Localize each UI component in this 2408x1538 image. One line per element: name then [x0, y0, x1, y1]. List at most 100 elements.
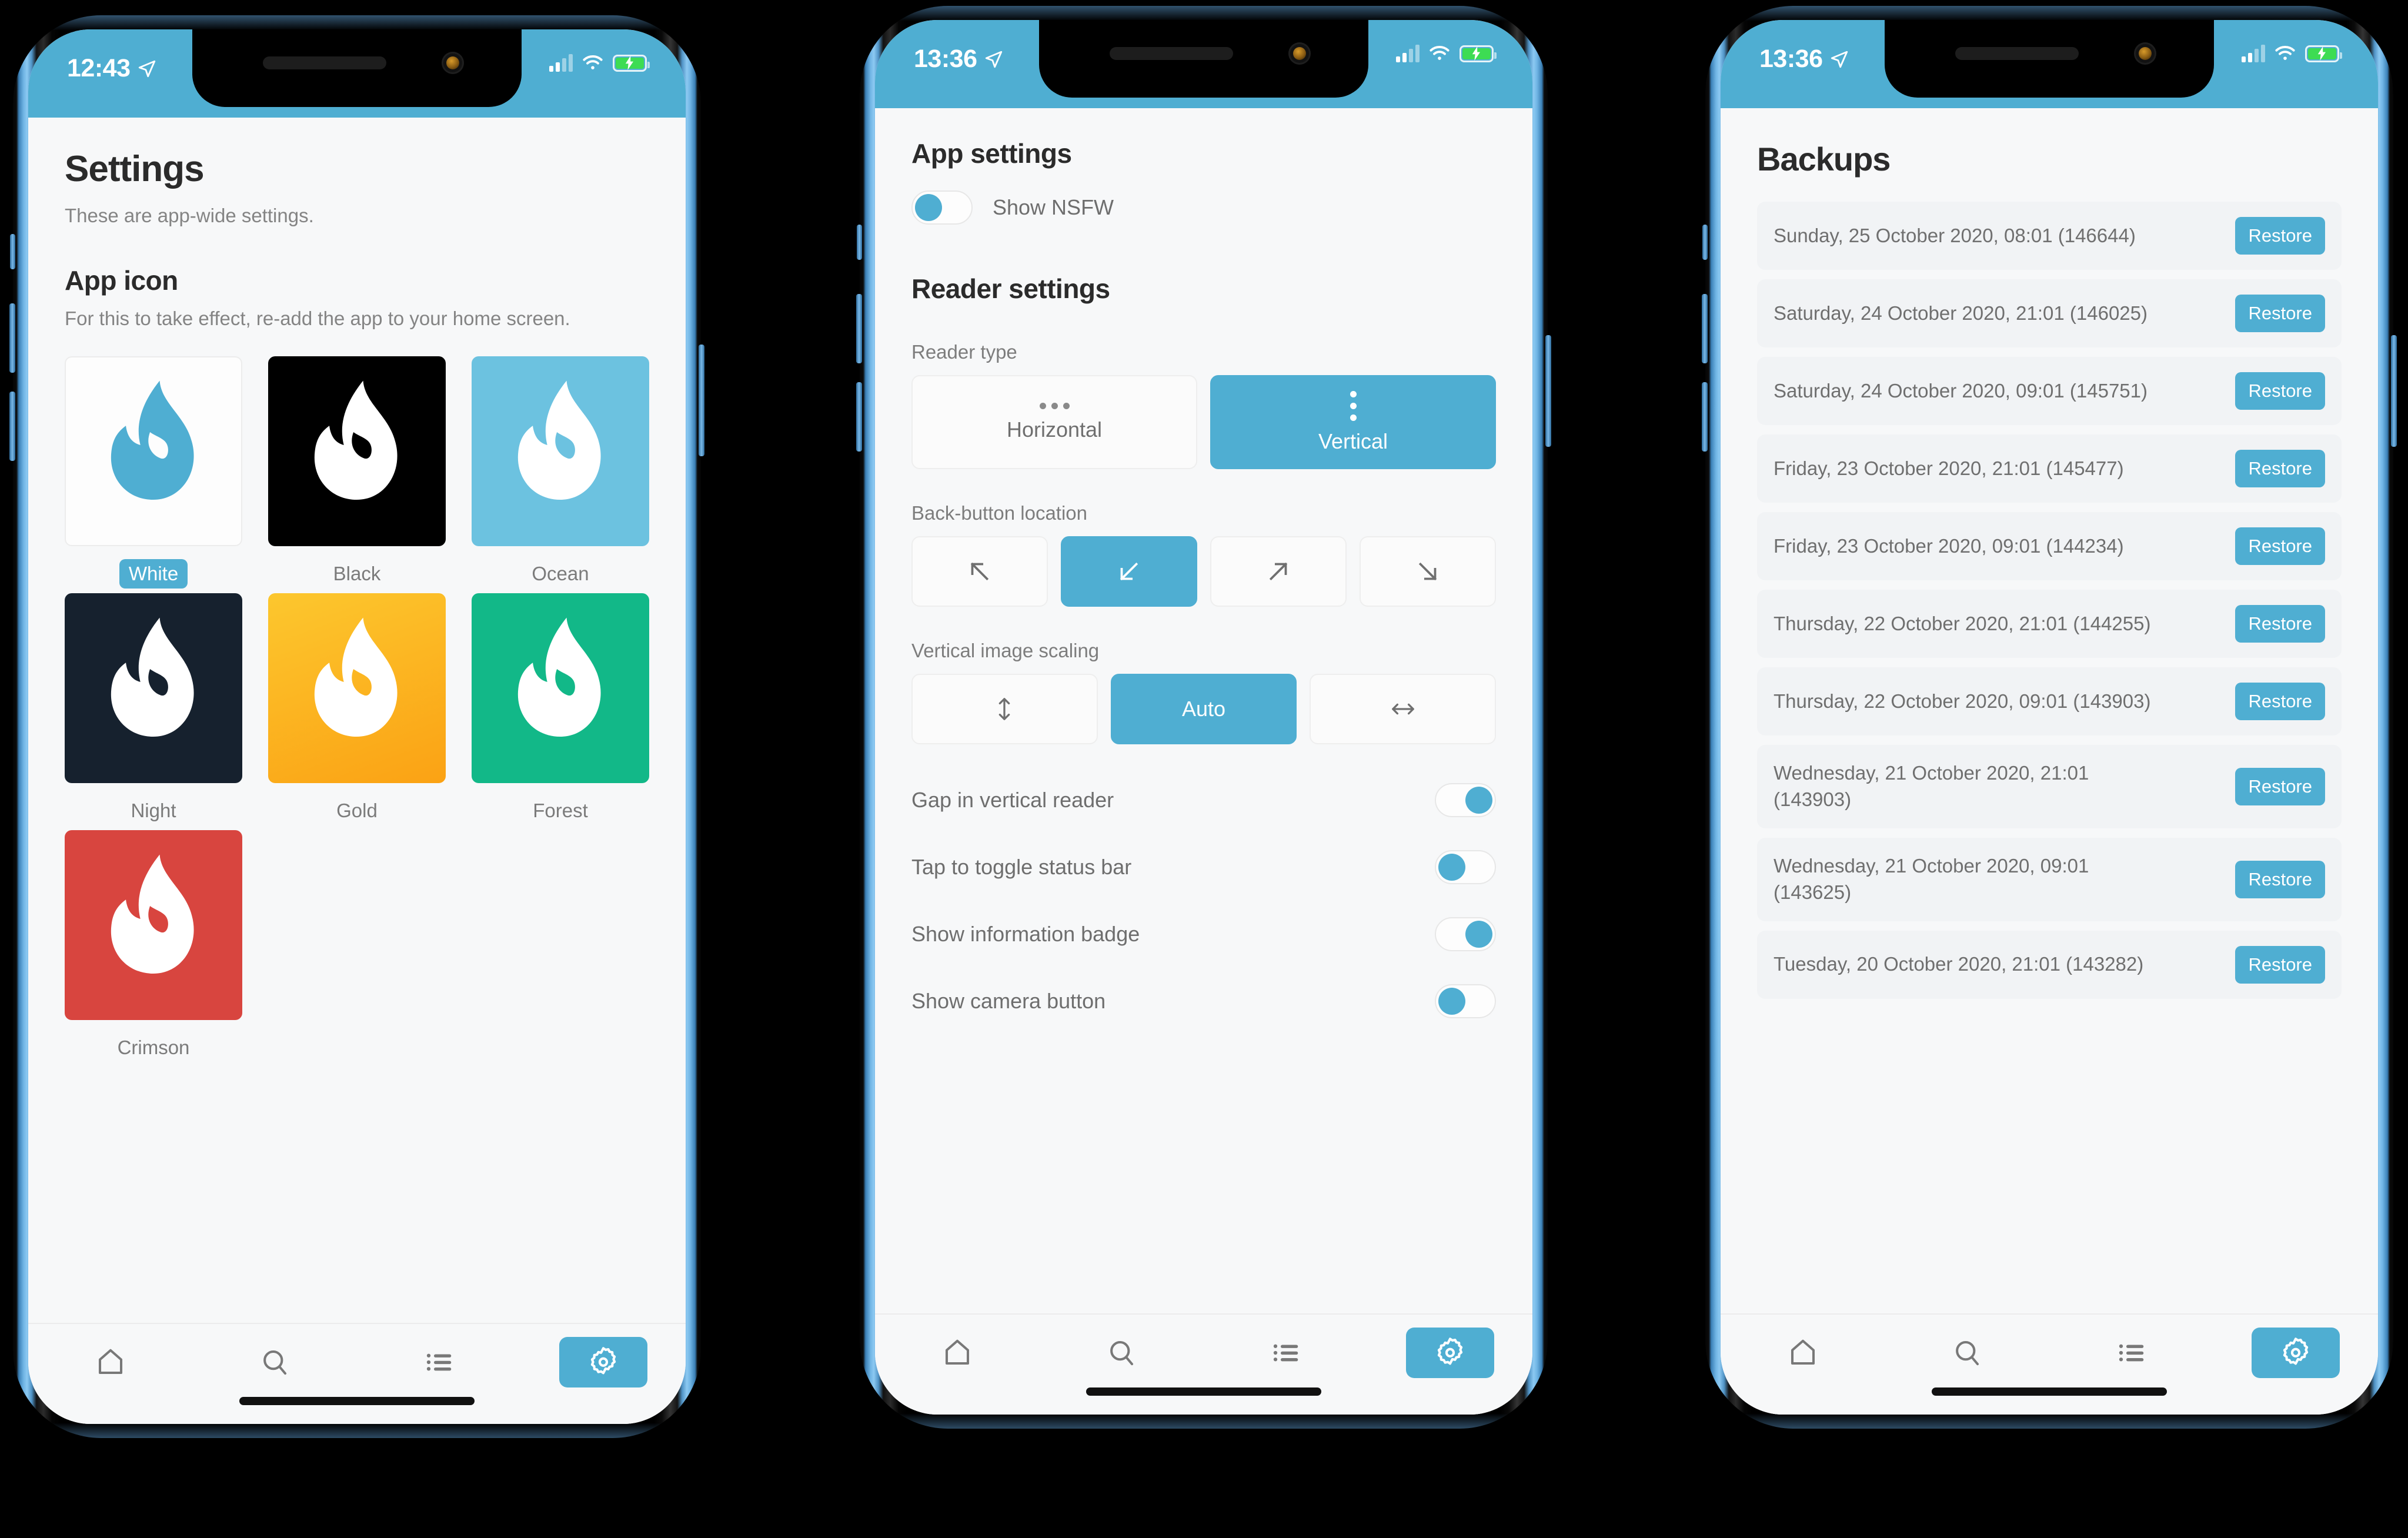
reader-type-vertical-label: Vertical	[1318, 429, 1388, 453]
gap-vertical-reader-label: Gap in vertical reader	[911, 788, 1114, 812]
settings-scroll[interactable]: Settings These are app-wide settings. Ap…	[28, 118, 686, 1323]
backup-row[interactable]: Saturday, 24 October 2020, 21:01 (146025…	[1757, 279, 2342, 347]
scaling-auto[interactable]: Auto	[1110, 674, 1297, 744]
app-icon-option[interactable]: Crimson	[65, 830, 242, 1062]
volume-up-button[interactable]	[9, 303, 15, 373]
restore-button[interactable]: Restore	[2235, 605, 2325, 643]
app-icon-tile[interactable]	[472, 593, 649, 784]
backup-date: Saturday, 24 October 2020, 09:01 (145751…	[1774, 379, 2148, 402]
wifi-icon	[2275, 46, 2295, 60]
backup-row[interactable]: Wednesday, 21 October 2020, 09:01 (14362…	[1757, 837, 2342, 921]
reader-type-horizontal[interactable]: Horizontal	[911, 375, 1197, 469]
tap-toggle-status-bar-toggle[interactable]	[1435, 850, 1496, 884]
restore-button[interactable]: Restore	[2235, 945, 2325, 984]
cellular-signal-icon	[1396, 45, 1420, 62]
power-button[interactable]	[1545, 335, 1551, 447]
tab-search[interactable]	[1077, 1328, 1165, 1378]
back-button-bottom-right[interactable]	[1360, 536, 1496, 607]
tab-home[interactable]	[1759, 1328, 1847, 1378]
restore-button[interactable]: Restore	[2235, 450, 2325, 487]
backup-row[interactable]: Sunday, 25 October 2020, 08:01 (146644) …	[1757, 202, 2342, 270]
reader-type-vertical[interactable]: Vertical	[1210, 375, 1496, 469]
app-icon-tile[interactable]	[268, 356, 446, 547]
app-icon-option[interactable]: White	[65, 356, 242, 589]
toggle-row-info-badge: Show information badge	[911, 917, 1496, 951]
volume-down-button[interactable]	[856, 382, 862, 452]
reader-type-group: Horizontal Vertical	[911, 375, 1496, 469]
phone-3-screen: 13:36 Backups Sunday, 25 October 2020, 0…	[1721, 20, 2378, 1415]
status-time: 13:36	[1759, 45, 1823, 73]
restore-button[interactable]: Restore	[2235, 860, 2325, 898]
tab-home[interactable]	[66, 1337, 155, 1387]
reader-settings-scroll[interactable]: App settings Show NSFW Reader settings R…	[875, 108, 1532, 1313]
tab-settings[interactable]	[2252, 1328, 2340, 1378]
home-indicator[interactable]	[1086, 1387, 1321, 1396]
arrow-down-right-icon	[1418, 562, 1437, 581]
backup-row[interactable]: Wednesday, 21 October 2020, 21:01 (14390…	[1757, 745, 2342, 828]
tab-list[interactable]	[395, 1337, 483, 1387]
back-button-bottom-left[interactable]	[1061, 536, 1197, 607]
backup-row[interactable]: Tuesday, 20 October 2020, 21:01 (143282)…	[1757, 930, 2342, 999]
mute-switch[interactable]	[857, 225, 862, 260]
status-time: 13:36	[914, 45, 977, 73]
backup-row[interactable]: Thursday, 22 October 2020, 09:01 (143903…	[1757, 667, 2342, 735]
restore-button[interactable]: Restore	[2235, 372, 2325, 410]
volume-down-button[interactable]	[1702, 382, 1708, 452]
power-button[interactable]	[699, 345, 704, 456]
tab-list[interactable]	[2088, 1328, 2176, 1378]
back-button-top-left[interactable]	[911, 536, 1048, 607]
tab-settings[interactable]	[559, 1337, 648, 1387]
tab-home[interactable]	[913, 1328, 1001, 1378]
restore-button[interactable]: Restore	[2235, 527, 2325, 565]
app-icon-option[interactable]: Ocean	[472, 356, 649, 589]
backups-scroll[interactable]: Backups Sunday, 25 October 2020, 08:01 (…	[1721, 108, 2378, 1313]
volume-up-button[interactable]	[1702, 294, 1708, 363]
mute-switch[interactable]	[10, 234, 15, 269]
tab-list[interactable]	[1242, 1328, 1330, 1378]
app-icon-option[interactable]: Night	[65, 593, 242, 825]
volume-up-button[interactable]	[856, 294, 862, 363]
app-icon-tile[interactable]	[65, 830, 242, 1021]
backup-row[interactable]: Friday, 23 October 2020, 21:01 (145477) …	[1757, 434, 2342, 503]
backup-row[interactable]: Thursday, 22 October 2020, 21:01 (144255…	[1757, 590, 2342, 658]
restore-button[interactable]: Restore	[2235, 295, 2325, 332]
app-icon-tile[interactable]	[268, 593, 446, 784]
power-button[interactable]	[2391, 335, 2397, 447]
volume-down-button[interactable]	[9, 392, 15, 461]
status-right	[1396, 45, 1497, 62]
list-icon	[1273, 1344, 1298, 1362]
list-icon	[2119, 1344, 2143, 1362]
app-icon-tile[interactable]	[65, 356, 242, 547]
app-icon-option[interactable]: Forest	[472, 593, 649, 825]
flame-icon	[111, 617, 194, 737]
home-indicator[interactable]	[239, 1397, 475, 1405]
restore-button[interactable]: Restore	[2235, 217, 2325, 255]
app-settings-heading: App settings	[911, 138, 1072, 169]
status-right	[549, 54, 650, 72]
battery-charging-icon	[1460, 45, 1497, 62]
app-icon-option[interactable]: Black	[268, 356, 446, 589]
battery-charging-icon	[613, 54, 650, 72]
tab-search[interactable]	[1923, 1328, 2011, 1378]
backup-row[interactable]: Friday, 23 October 2020, 09:01 (144234) …	[1757, 512, 2342, 580]
scaling-fit-height[interactable]	[911, 674, 1098, 744]
app-icon-tile[interactable]	[65, 593, 242, 784]
show-information-badge-toggle[interactable]	[1435, 917, 1496, 951]
app-icon-option[interactable]: Gold	[268, 593, 446, 825]
backup-row[interactable]: Saturday, 24 October 2020, 09:01 (145751…	[1757, 357, 2342, 425]
home-icon	[945, 1339, 969, 1365]
show-camera-button-toggle[interactable]	[1435, 984, 1496, 1018]
show-nsfw-toggle[interactable]	[911, 190, 973, 225]
tab-search[interactable]	[231, 1337, 319, 1387]
tab-settings[interactable]	[1406, 1328, 1495, 1378]
restore-button[interactable]: Restore	[2235, 683, 2325, 720]
location-arrow-icon	[1831, 51, 1848, 68]
app-icon-tile[interactable]	[472, 356, 649, 547]
restore-button[interactable]: Restore	[2235, 767, 2325, 805]
home-indicator[interactable]	[1932, 1387, 2167, 1396]
mute-switch[interactable]	[1702, 225, 1708, 260]
toggle-row-status-bar: Tap to toggle status bar	[911, 850, 1496, 884]
back-button-top-right[interactable]	[1210, 536, 1347, 607]
gap-vertical-reader-toggle[interactable]	[1435, 783, 1496, 817]
scaling-fit-width[interactable]	[1310, 674, 1497, 744]
